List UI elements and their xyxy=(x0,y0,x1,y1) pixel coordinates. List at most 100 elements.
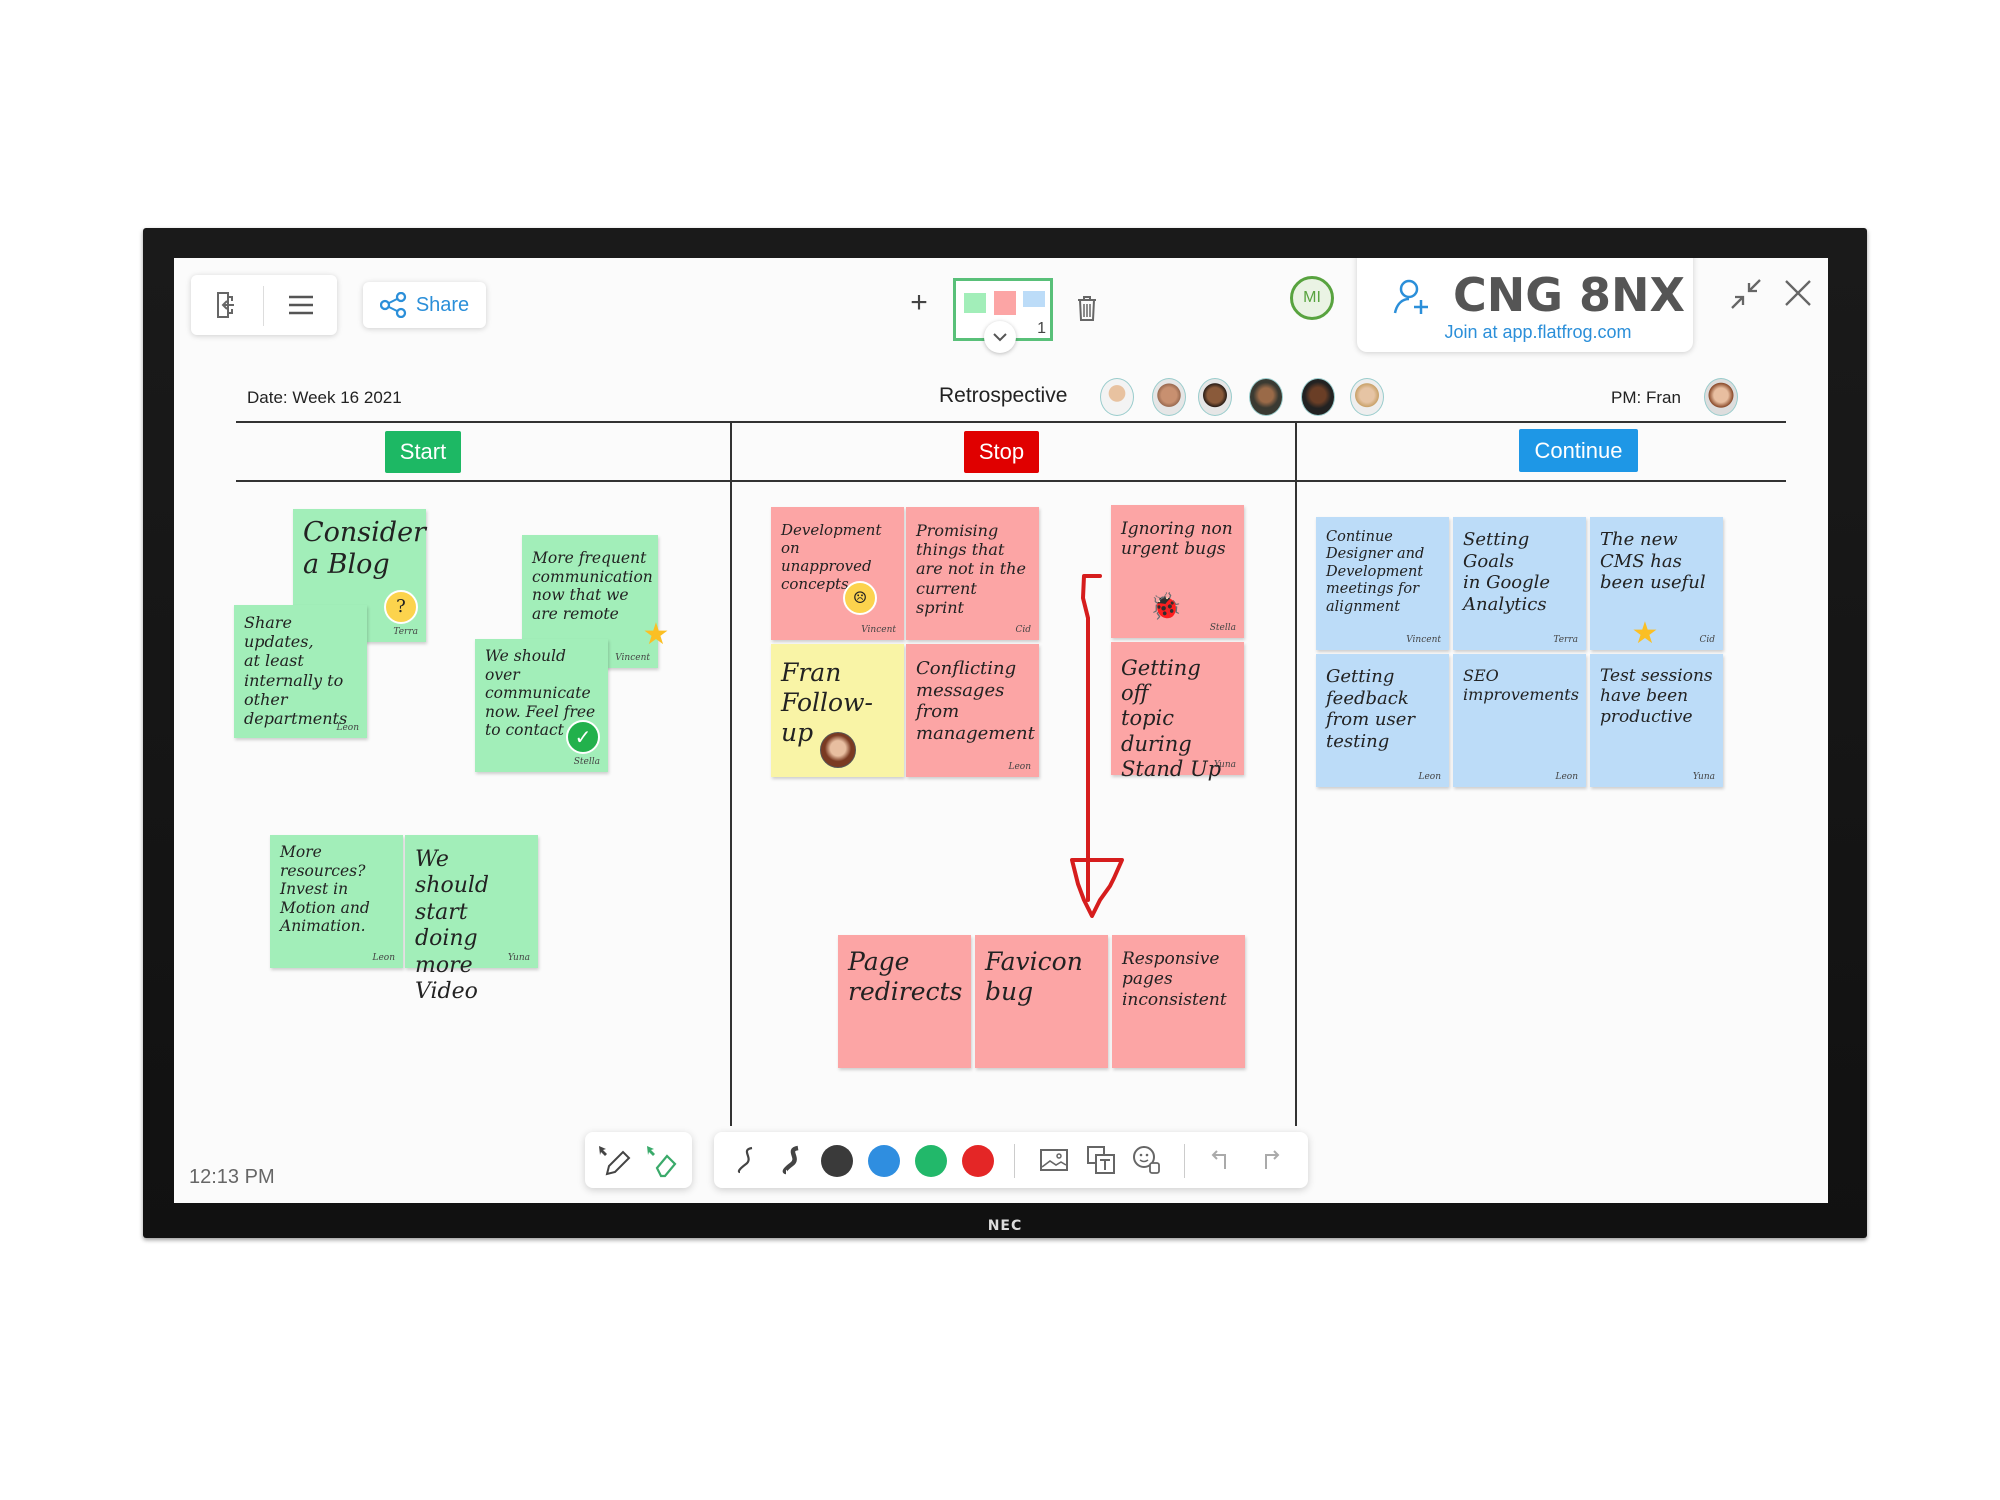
color-swatch-blue[interactable] xyxy=(868,1145,900,1177)
pen-select-icon xyxy=(599,1146,631,1176)
column-divider xyxy=(730,421,732,1126)
sticky-note[interactable]: We should over communicate now. Feel fre… xyxy=(475,639,608,772)
pen-mode-button[interactable] xyxy=(593,1140,635,1182)
share-button[interactable]: Share xyxy=(363,282,486,328)
color-swatch-black[interactable] xyxy=(821,1145,853,1177)
sticky-note[interactable]: Setting Goals in Google Analytics Terra xyxy=(1453,517,1586,650)
sticky-author: Terra xyxy=(1553,635,1578,646)
thin-pen-icon xyxy=(737,1146,753,1174)
thin-pen-button[interactable] xyxy=(728,1142,764,1178)
color-swatch-red[interactable] xyxy=(962,1145,994,1177)
thick-pen-icon xyxy=(782,1145,799,1175)
user-initials: MI xyxy=(1303,289,1321,306)
delete-page-button[interactable] xyxy=(1074,292,1100,324)
insert-sticky-button[interactable] xyxy=(1083,1142,1119,1178)
sticky-author: Leon xyxy=(1418,772,1441,783)
participant-avatar[interactable] xyxy=(1301,378,1335,416)
redo-button[interactable] xyxy=(1251,1142,1287,1178)
sticky-text: Ignoring non urgent bugs xyxy=(1121,519,1233,560)
undo-icon xyxy=(1211,1150,1226,1169)
chevron-down-icon xyxy=(993,332,1007,341)
close-icon xyxy=(1785,280,1811,306)
join-instructions[interactable]: Join at app.flatfrog.com xyxy=(1423,322,1653,343)
sticky-note[interactable]: Conflicting messages from management Leo… xyxy=(906,644,1039,777)
thick-pen-button[interactable] xyxy=(774,1142,810,1178)
participant-avatar[interactable] xyxy=(1198,378,1232,416)
sticky-text: The new CMS has been useful xyxy=(1600,529,1706,594)
sticky-note[interactable]: Development on unapproved concepts ☹ Vin… xyxy=(771,507,904,640)
divider xyxy=(263,286,264,326)
ladybug-icon: 🐞 xyxy=(1149,592,1183,623)
sticky-text: We should start doing more Video xyxy=(415,847,489,1004)
sticky-note[interactable]: Share updates, at least internally to ot… xyxy=(234,605,367,738)
sticky-note[interactable]: Fran Follow-up xyxy=(771,644,904,777)
sticky-note[interactable]: SEO improvements Leon xyxy=(1453,654,1586,787)
sticky-text: SEO improvements xyxy=(1463,666,1579,705)
header-bottom-line xyxy=(236,480,1786,482)
sticky-author: Stella xyxy=(573,757,600,768)
hamburger-menu-icon xyxy=(289,295,313,315)
sticky-text: Getting feedback from user testing xyxy=(1326,666,1415,752)
star-icon: ★ xyxy=(642,617,670,651)
column-divider xyxy=(1295,421,1297,1126)
sticky-note[interactable]: Favicon bug xyxy=(975,935,1108,1068)
share-nodes-icon xyxy=(379,292,406,318)
date-label: Date: Week 16 2021 xyxy=(247,388,402,407)
star-icon: ★ xyxy=(1631,616,1659,651)
sticker-icon xyxy=(1133,1146,1160,1174)
eraser-mode-button[interactable] xyxy=(641,1140,683,1182)
sticky-note[interactable]: We should start doing more Video Yuna xyxy=(405,835,538,1004)
sticky-text: Consider a Blog xyxy=(303,517,426,581)
participant-avatar[interactable] xyxy=(1350,378,1384,416)
sticky-author: Cid xyxy=(1015,625,1031,636)
sticky-note[interactable]: Continue Designer and Development meetin… xyxy=(1316,517,1449,650)
color-swatch-green[interactable] xyxy=(915,1145,947,1177)
sticky-author: Cid xyxy=(1699,635,1715,646)
sticky-note[interactable]: Responsive pages inconsistent xyxy=(1112,935,1245,1068)
sticky-note[interactable]: Page redirects xyxy=(838,935,971,1068)
exit-icon xyxy=(217,292,234,318)
worried-face-icon: ☹ xyxy=(843,581,877,615)
sticky-author: Yuna xyxy=(1213,760,1236,771)
exit-button[interactable] xyxy=(191,275,261,335)
add-page-button[interactable]: + xyxy=(904,286,934,319)
drawing-toolbar xyxy=(714,1132,1308,1188)
pm-label: PM: Fran xyxy=(1611,388,1681,407)
sticky-text: Conflicting messages from management xyxy=(916,658,1035,744)
sticky-note[interactable]: More resources? Invest in Motion and Ani… xyxy=(270,835,403,968)
sticky-text: More frequent communication now that we … xyxy=(532,549,653,623)
image-icon xyxy=(1040,1149,1068,1171)
sticky-text: Favicon bug xyxy=(985,947,1083,1006)
header-top-line xyxy=(236,421,1786,423)
thumb-blue xyxy=(1023,291,1045,307)
sticky-text: Share updates, at least internally to ot… xyxy=(244,613,348,728)
room-code-panel[interactable]: CNG 8NX Join at app.flatfrog.com xyxy=(1357,258,1693,352)
minimize-button[interactable] xyxy=(1728,276,1764,312)
sticky-text: Responsive pages inconsistent xyxy=(1122,949,1227,1010)
sticky-note[interactable]: The new CMS has been useful ★ Cid xyxy=(1590,517,1723,651)
expand-pages-button[interactable] xyxy=(984,321,1016,353)
room-code: CNG 8NX xyxy=(1453,268,1685,322)
pm-avatar[interactable] xyxy=(1704,378,1738,416)
participant-avatar[interactable] xyxy=(1152,378,1186,416)
participant-avatar[interactable] xyxy=(1100,378,1134,416)
sticky-note[interactable]: Getting feedback from user testing Leon xyxy=(1316,654,1449,787)
column-label-start: Start xyxy=(385,431,461,473)
sticky-note[interactable]: Promising things that are not in the cur… xyxy=(906,507,1039,640)
sticky-author: Vincent xyxy=(615,653,650,664)
column-label-stop: Stop xyxy=(964,431,1039,473)
menu-button[interactable] xyxy=(265,275,337,335)
insert-image-button[interactable] xyxy=(1036,1142,1072,1178)
sticky-author: Leon xyxy=(1555,772,1578,783)
undo-button[interactable] xyxy=(1204,1142,1240,1178)
thumb-red xyxy=(994,291,1016,315)
brand-logo: NEC xyxy=(987,1218,1023,1234)
participant-avatar[interactable] xyxy=(1249,378,1283,416)
insert-sticker-button[interactable] xyxy=(1129,1142,1165,1178)
sticky-author: Leon xyxy=(1008,762,1031,773)
close-button[interactable] xyxy=(1781,276,1815,310)
user-avatar[interactable]: MI xyxy=(1290,276,1334,320)
sticky-note[interactable]: Test sessions have been productive Yuna xyxy=(1590,654,1723,787)
sticky-author: Leon xyxy=(336,723,359,734)
left-controls xyxy=(191,275,337,335)
